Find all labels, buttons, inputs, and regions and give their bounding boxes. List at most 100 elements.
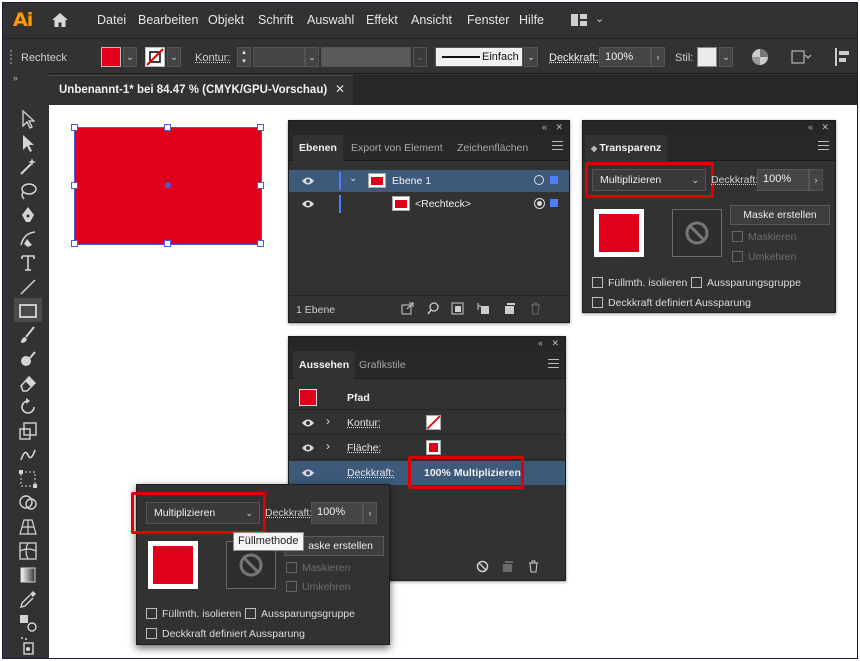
- opacity-defines-knockout-checkbox[interactable]: [146, 628, 157, 639]
- magic-wand-tool-icon[interactable]: [18, 157, 38, 177]
- clip-checkbox[interactable]: [286, 562, 297, 573]
- free-transform-tool-icon[interactable]: [18, 469, 38, 489]
- sublayer-row[interactable]: <Rechteck>: [289, 193, 569, 215]
- brush-dropdown[interactable]: ⌄: [524, 47, 538, 67]
- handle-bottom-right[interactable]: [257, 240, 264, 247]
- target-circle-icon[interactable]: [534, 198, 545, 209]
- panel-menu-icon[interactable]: [548, 359, 559, 368]
- align-artboard-icon[interactable]: [789, 48, 811, 66]
- handle-top-right[interactable]: [257, 124, 264, 131]
- opacity-input[interactable]: 100%: [311, 502, 363, 524]
- tab-export[interactable]: Export von Element: [345, 135, 449, 161]
- visibility-eye-icon[interactable]: [301, 418, 315, 428]
- export-icon[interactable]: [401, 302, 414, 315]
- workspace-switcher-icon[interactable]: [571, 14, 587, 26]
- opacity-arrow-button[interactable]: ›: [651, 47, 665, 67]
- lasso-tool-icon[interactable]: [18, 181, 38, 201]
- stroke-swatch[interactable]: [145, 47, 165, 67]
- new-layer-icon[interactable]: [503, 302, 516, 315]
- isolate-blending-checkbox[interactable]: [146, 608, 157, 619]
- align-left-icon[interactable]: [835, 48, 851, 66]
- stroke-row[interactable]: › Kontur:: [289, 411, 565, 435]
- visibility-eye-icon[interactable]: [301, 199, 315, 209]
- opacity-input[interactable]: 100%: [599, 47, 651, 67]
- tab-graphic-styles[interactable]: Grafikstile: [353, 351, 412, 379]
- knockout-group-checkbox[interactable]: [245, 608, 256, 619]
- object-name[interactable]: <Rechteck>: [415, 198, 471, 210]
- stroke-label[interactable]: Kontur:: [347, 417, 381, 429]
- brush-definition[interactable]: Einfach: [435, 47, 523, 67]
- close-icon[interactable]: ✕: [335, 82, 345, 96]
- close-icon[interactable]: ✕: [555, 122, 563, 133]
- selection-tool-icon[interactable]: [18, 109, 38, 129]
- layer-name[interactable]: Ebene 1: [392, 175, 431, 187]
- stroke-dropdown[interactable]: ⌄: [167, 47, 181, 67]
- opacity-label[interactable]: Deckkraft:: [347, 467, 394, 479]
- clip-checkbox[interactable]: [732, 231, 743, 242]
- paintbrush-tool-icon[interactable]: [18, 325, 38, 345]
- eraser-tool-icon[interactable]: [18, 373, 38, 393]
- fill-swatch[interactable]: [101, 47, 121, 67]
- new-sublayer-icon[interactable]: [477, 302, 490, 315]
- invert-mask-checkbox[interactable]: [286, 581, 297, 592]
- stroke-weight-dropdown[interactable]: ⌄: [305, 47, 319, 67]
- menu-ansicht[interactable]: Ansicht: [411, 13, 452, 27]
- profile-dropdown[interactable]: ⌄: [413, 47, 427, 67]
- stroke-weight-input[interactable]: [253, 47, 305, 67]
- style-dropdown[interactable]: ⌄: [719, 47, 733, 67]
- visibility-eye-icon[interactable]: [301, 468, 315, 478]
- clipping-mask-icon[interactable]: [451, 302, 464, 315]
- mask-thumbnail[interactable]: [672, 209, 722, 257]
- chevron-down-icon[interactable]: ⌄: [349, 173, 357, 184]
- visibility-eye-icon[interactable]: [301, 443, 315, 453]
- recolor-icon[interactable]: [751, 48, 769, 66]
- panel-menu-icon[interactable]: [552, 141, 563, 150]
- isolate-blending-checkbox[interactable]: [592, 277, 603, 288]
- close-icon[interactable]: ✕: [551, 338, 559, 349]
- shaper-tool-icon[interactable]: [18, 349, 38, 369]
- chevron-right-icon[interactable]: ›: [326, 439, 330, 453]
- visibility-eye-icon[interactable]: [301, 176, 315, 186]
- close-icon[interactable]: ✕: [821, 122, 829, 133]
- shape-builder-tool-icon[interactable]: [18, 493, 38, 513]
- trash-icon[interactable]: [527, 560, 540, 573]
- rectangle-tool-icon[interactable]: [18, 301, 38, 321]
- panel-menu-icon[interactable]: [818, 141, 829, 150]
- document-tab[interactable]: Unbenannt-1* bei 84.47 % (CMYK/GPU-Vorsc…: [49, 75, 353, 105]
- duplicate-item-icon[interactable]: [501, 560, 514, 573]
- fill-swatch[interactable]: [426, 440, 441, 455]
- gradient-tool-icon[interactable]: [18, 565, 38, 585]
- handle-left[interactable]: [71, 182, 78, 189]
- chevron-right-icon[interactable]: ›: [326, 414, 330, 428]
- variable-width-profile[interactable]: [321, 47, 411, 67]
- pen-tool-icon[interactable]: [18, 205, 38, 225]
- menu-schrift[interactable]: Schrift: [258, 13, 293, 27]
- fill-label[interactable]: Fläche:: [347, 442, 381, 454]
- symbol-sprayer-tool-icon[interactable]: [18, 635, 38, 655]
- menu-auswahl[interactable]: Auswahl: [307, 13, 354, 27]
- home-icon[interactable]: [51, 12, 69, 28]
- opacity-arrow-button[interactable]: ›: [363, 502, 377, 524]
- trash-icon[interactable]: [529, 302, 542, 315]
- mesh-tool-icon[interactable]: [18, 541, 38, 561]
- handle-bottom-left[interactable]: [71, 240, 78, 247]
- opacity-label[interactable]: Deckkraft:: [711, 174, 758, 186]
- collapse-icon[interactable]: «: [538, 338, 543, 348]
- opacity-arrow-button[interactable]: ›: [809, 169, 823, 191]
- direct-selection-tool-icon[interactable]: [18, 133, 38, 153]
- fill-dropdown[interactable]: ⌄: [123, 47, 137, 67]
- clear-appearance-icon[interactable]: [476, 560, 489, 573]
- opacity-defines-knockout-checkbox[interactable]: [592, 297, 603, 308]
- no-stroke-swatch[interactable]: [426, 415, 441, 430]
- collapse-icon[interactable]: »: [13, 73, 18, 83]
- target-circle-icon[interactable]: [534, 175, 544, 185]
- collapse-icon[interactable]: «: [808, 122, 813, 132]
- collapse-icon[interactable]: «: [542, 122, 547, 132]
- tab-ebenen[interactable]: Ebenen: [293, 135, 343, 161]
- selection-indicator[interactable]: [550, 199, 558, 207]
- handle-top[interactable]: [164, 124, 171, 131]
- type-tool-icon[interactable]: [18, 253, 38, 273]
- grip-icon[interactable]: [9, 49, 13, 65]
- menu-objekt[interactable]: Objekt: [208, 13, 244, 27]
- selection-indicator[interactable]: [550, 176, 558, 184]
